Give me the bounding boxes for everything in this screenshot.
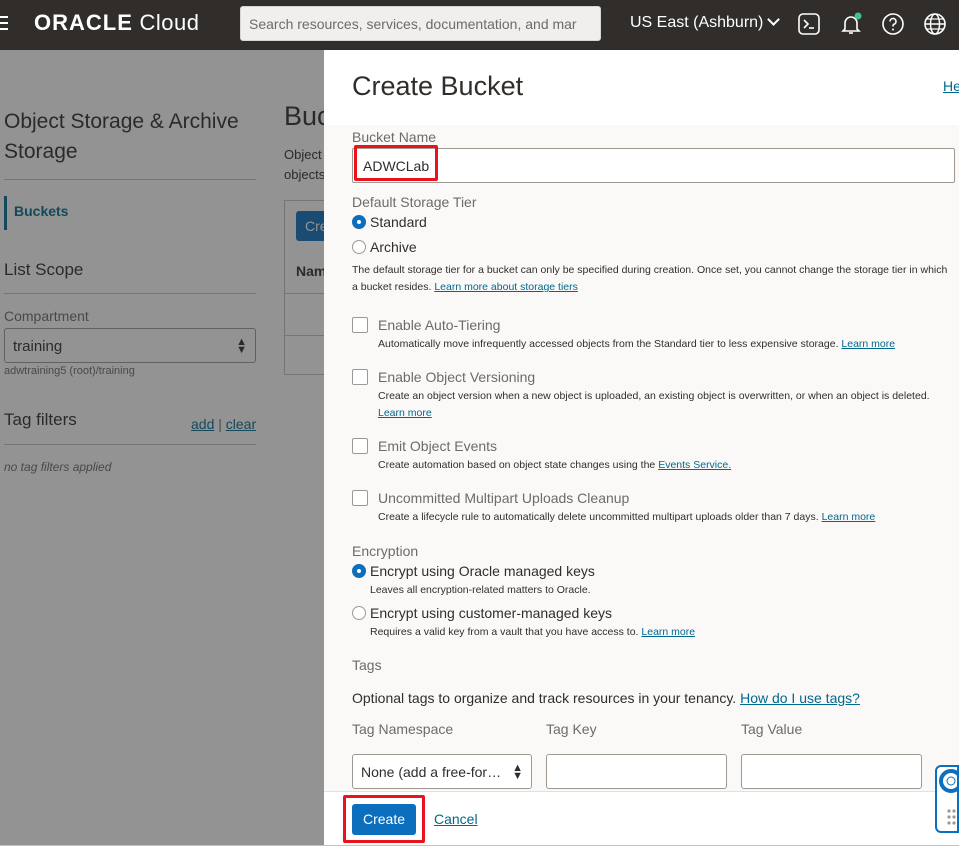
region-label: US East (Ashburn) — [630, 14, 764, 31]
encrypt-oracle-label: Encrypt using Oracle managed keys — [370, 563, 595, 579]
radio-selected-icon[interactable] — [352, 564, 366, 578]
encrypt-oracle-help: Leaves all encryption-related matters to… — [370, 584, 591, 596]
tag-namespace-label: Tag Namespace — [352, 721, 454, 737]
panel-footer: Create Cancel — [324, 791, 959, 845]
radio-selected-icon[interactable] — [352, 215, 366, 229]
top-bar: ORACLE Cloud US East (Ashburn) — [0, 0, 959, 50]
notifications-bell-icon[interactable] — [839, 12, 863, 36]
storage-tier-help: The default storage tier for a bucket ca… — [352, 262, 952, 296]
modal-overlay[interactable] — [0, 50, 324, 845]
tag-value-label: Tag Value — [741, 721, 803, 737]
search-input[interactable] — [241, 7, 600, 40]
tags-intro-text: Optional tags to organize and track reso… — [352, 690, 737, 706]
tier-standard-label: Standard — [370, 214, 427, 230]
auto-tiering-option[interactable]: Enable Auto-Tiering — [352, 317, 500, 333]
checkbox-icon[interactable] — [352, 490, 368, 506]
tag-value-input[interactable] — [741, 754, 922, 789]
bucket-name-label: Bucket Name — [352, 129, 437, 145]
oracle-cloud-logo[interactable]: ORACLE Cloud — [34, 10, 199, 36]
emit-events-label: Emit Object Events — [378, 438, 498, 454]
auto-tiering-help-text: Automatically move infrequently accessed… — [378, 338, 839, 350]
chevron-down-icon — [767, 13, 781, 26]
region-selector[interactable]: US East (Ashburn) — [630, 13, 781, 32]
emit-events-help-text: Create automation based on object state … — [378, 459, 656, 471]
highlight-box — [354, 145, 438, 181]
tag-key-input[interactable] — [546, 754, 727, 789]
cancel-button[interactable]: Cancel — [434, 811, 478, 827]
bucket-name-input[interactable] — [353, 149, 954, 182]
tags-intro: Optional tags to organize and track reso… — [352, 690, 860, 706]
radio-unselected-icon[interactable] — [352, 240, 366, 254]
learn-more-link[interactable]: Learn more — [822, 511, 876, 523]
auto-tiering-label: Enable Auto-Tiering — [378, 317, 501, 333]
multipart-cleanup-help-text: Create a lifecycle rule to automatically… — [378, 511, 819, 523]
search-box[interactable] — [240, 6, 601, 41]
checkbox-icon[interactable] — [352, 369, 368, 385]
panel-title: Create Bucket — [352, 71, 524, 101]
multipart-cleanup-help: Create a lifecycle rule to automatically… — [378, 509, 958, 526]
language-globe-icon[interactable] — [923, 12, 947, 36]
tier-standard-option[interactable]: Standard — [352, 214, 427, 230]
panel-form: Bucket Name Default Storage Tier Standar… — [324, 125, 959, 791]
lifebuoy-icon — [939, 769, 959, 825]
encrypt-customer-label: Encrypt using customer-managed keys — [370, 605, 612, 621]
help-link[interactable]: Help — [943, 78, 959, 94]
tag-namespace-select[interactable]: None (add a free-for… ▲ ▼ — [352, 754, 532, 789]
storage-tier-label: Default Storage Tier — [352, 194, 477, 210]
tag-key-label: Tag Key — [546, 721, 597, 737]
encrypt-customer-help-text: Requires a valid key from a vault that y… — [370, 626, 639, 638]
multipart-cleanup-label: Uncommitted Multipart Uploads Cleanup — [378, 490, 630, 506]
learn-more-link[interactable]: Learn more — [378, 407, 432, 419]
auto-tiering-help: Automatically move infrequently accessed… — [378, 336, 958, 353]
object-versioning-help: Create an object version when a new obje… — [378, 388, 958, 422]
radio-unselected-icon[interactable] — [352, 606, 366, 620]
highlight-box — [343, 795, 425, 843]
tag-value-field[interactable] — [742, 755, 921, 788]
learn-more-link[interactable]: Learn more — [641, 626, 695, 638]
tags-label: Tags — [352, 657, 382, 673]
checkbox-icon[interactable] — [352, 317, 368, 333]
tag-namespace-value: None (add a free-for… — [361, 764, 502, 780]
events-service-link[interactable]: Events Service. — [658, 459, 731, 471]
encrypt-oracle-option[interactable]: Encrypt using Oracle managed keys — [352, 563, 595, 579]
tag-key-field[interactable] — [547, 755, 726, 788]
learn-more-link[interactable]: Learn more — [841, 338, 895, 350]
tier-archive-label: Archive — [370, 239, 417, 255]
support-lifebuoy-icon[interactable] — [935, 765, 959, 833]
checkbox-icon[interactable] — [352, 438, 368, 454]
bottom-border — [0, 845, 959, 851]
select-arrows-icon: ▲▼ — [512, 762, 523, 782]
cloud-shell-icon[interactable] — [797, 12, 821, 36]
encrypt-customer-option[interactable]: Encrypt using customer-managed keys — [352, 605, 612, 621]
emit-events-help: Create automation based on object state … — [378, 457, 958, 474]
storage-tiers-link[interactable]: Learn more about storage tiers — [434, 281, 578, 293]
create-bucket-panel: Create Bucket Help Bucket Name Default S… — [324, 50, 959, 845]
multipart-cleanup-option[interactable]: Uncommitted Multipart Uploads Cleanup — [352, 490, 629, 506]
object-versioning-help-text: Create an object version when a new obje… — [378, 390, 930, 402]
hamburger-menu-icon[interactable] — [0, 16, 8, 34]
help-question-icon[interactable] — [881, 12, 905, 36]
emit-events-option[interactable]: Emit Object Events — [352, 438, 497, 454]
object-versioning-option[interactable]: Enable Object Versioning — [352, 369, 535, 385]
bucket-name-field[interactable] — [352, 148, 955, 183]
object-versioning-label: Enable Object Versioning — [378, 369, 536, 385]
tier-archive-option[interactable]: Archive — [352, 239, 417, 255]
encryption-label: Encryption — [352, 543, 419, 559]
encrypt-customer-help: Requires a valid key from a vault that y… — [370, 626, 695, 638]
how-to-use-tags-link[interactable]: How do I use tags? — [740, 690, 860, 706]
